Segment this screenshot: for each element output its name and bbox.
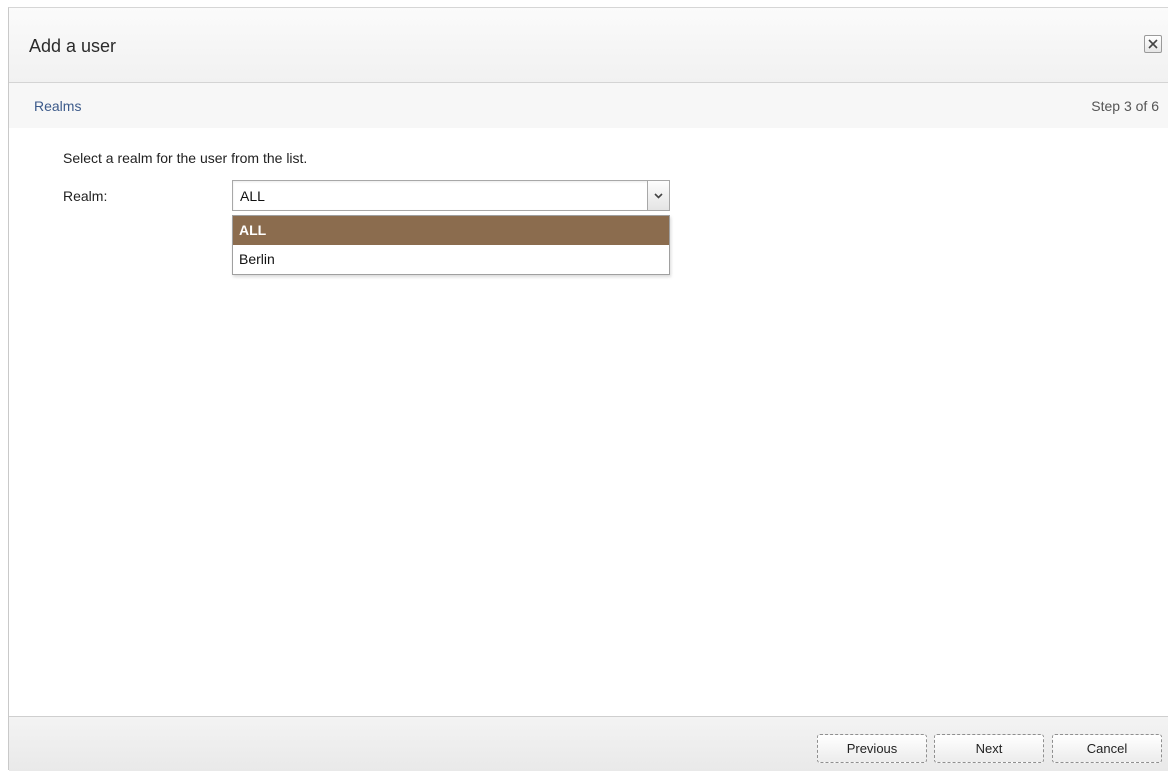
wizard-content: Select a realm for the user from the lis… — [9, 128, 1168, 716]
dialog-title: Add a user — [29, 36, 117, 56]
dialog-header: Add a user — [9, 8, 1168, 83]
step-progress: Step 3 of 6 — [1091, 98, 1159, 114]
step-title: Realms — [34, 98, 82, 114]
next-button[interactable]: Next — [934, 734, 1044, 763]
instruction-text: Select a realm for the user from the lis… — [63, 150, 308, 166]
wizard-step-bar: Realms Step 3 of 6 — [9, 83, 1168, 128]
realm-option-all[interactable]: ALL — [233, 216, 669, 245]
dialog-footer: Previous Next Cancel — [9, 716, 1168, 771]
add-user-dialog: Add a user Realms Step 3 of 6 Select a r… — [8, 7, 1168, 771]
chevron-down-icon — [654, 192, 663, 199]
realm-select-value: ALL — [240, 188, 265, 204]
realm-select[interactable]: ALL — [232, 180, 670, 211]
close-button[interactable] — [1144, 35, 1162, 53]
realm-label: Realm: — [63, 188, 108, 204]
realm-dropdown-list: ALL Berlin — [232, 215, 670, 275]
close-icon — [1148, 39, 1158, 49]
cancel-button[interactable]: Cancel — [1052, 734, 1162, 763]
realm-option-berlin[interactable]: Berlin — [233, 245, 669, 274]
realm-select-arrow[interactable] — [647, 180, 670, 211]
previous-button[interactable]: Previous — [817, 734, 927, 763]
